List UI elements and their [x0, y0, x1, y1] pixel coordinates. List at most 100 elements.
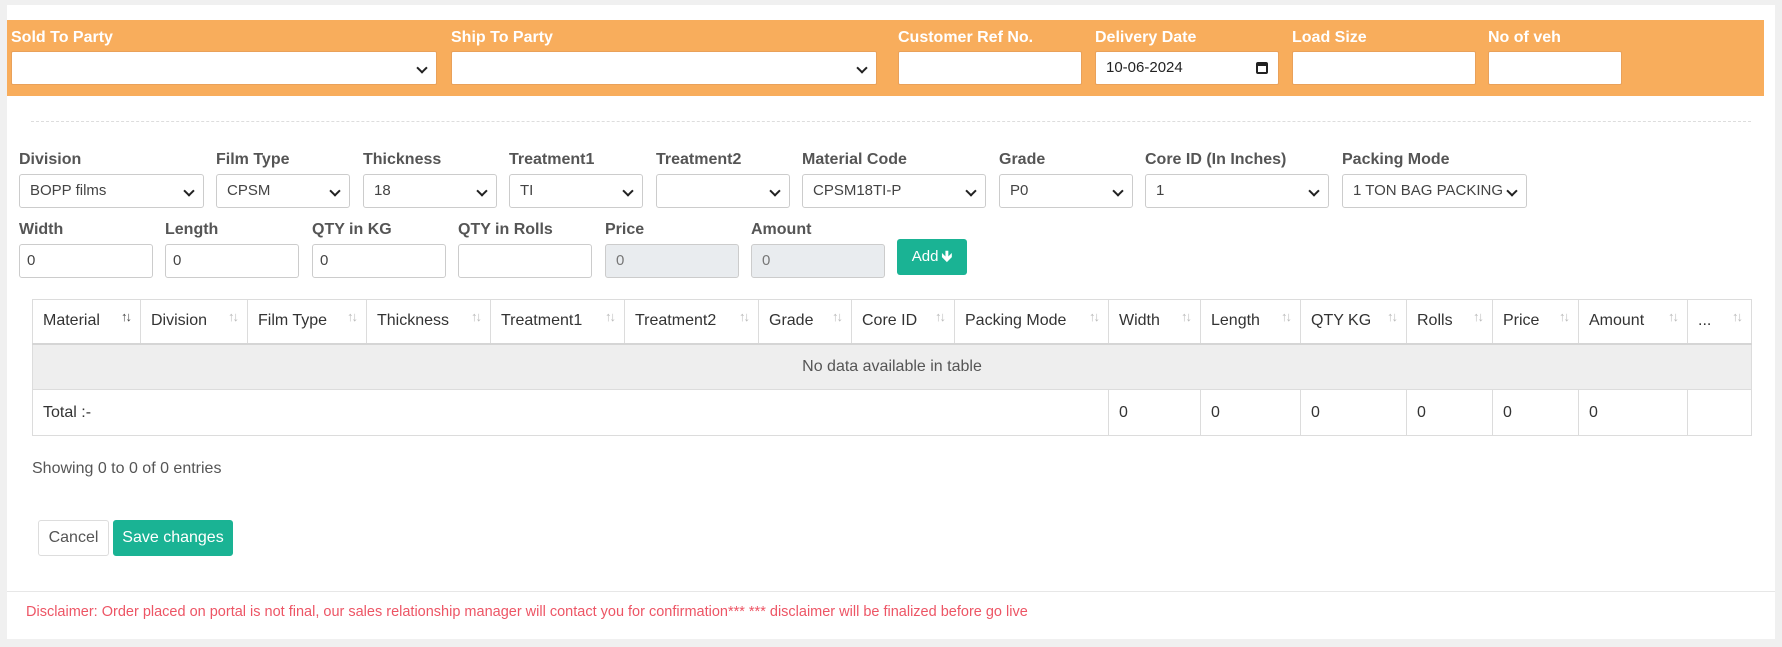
column-header-amount[interactable]: Amount ↑↓ — [1578, 299, 1688, 345]
sort-arrows-icon: ↑↓ — [739, 309, 750, 324]
column-header-width[interactable]: Width ↑↓ — [1108, 299, 1201, 345]
column-header-treatment1[interactable]: Treatment1 ↑↓ — [490, 299, 625, 345]
width-field: Width 0 — [19, 219, 153, 278]
total-empty-cell — [1687, 389, 1752, 436]
column-header-division[interactable]: Division ↑↓ — [140, 299, 248, 345]
load-size-input[interactable] — [1292, 51, 1476, 85]
load-size-label: Load Size — [1292, 29, 1367, 46]
qty-kg-input[interactable]: 0 — [312, 244, 446, 278]
chevron-down-icon — [183, 185, 195, 197]
sold-to-party-label: Sold To Party — [11, 29, 113, 46]
division-select[interactable]: BOPP films — [19, 174, 204, 208]
total-width: 0 — [1108, 389, 1201, 436]
arrow-down-icon: 🡻 — [941, 248, 953, 265]
no-of-veh-field: No of veh — [1488, 28, 1622, 85]
treatment1-select[interactable]: TI — [509, 174, 643, 208]
core-id-label: Core ID (In Inches) — [1145, 151, 1287, 168]
chevron-down-icon — [329, 185, 341, 197]
length-label: Length — [165, 221, 219, 238]
treatment1-field: Treatment1 TI — [509, 149, 643, 208]
packing-mode-select[interactable]: 1 TON BAG PACKING — [1342, 174, 1527, 208]
order-header-band: Sold To Party Ship To Party Customer Ref… — [7, 20, 1764, 96]
core-id-select[interactable]: 1 — [1145, 174, 1329, 208]
material-code-select[interactable]: CPSM18TI-P — [802, 174, 986, 208]
division-label: Division — [19, 151, 82, 168]
no-of-veh-label: No of veh — [1488, 29, 1561, 46]
chevron-down-icon — [1308, 185, 1320, 197]
treatment2-select[interactable] — [656, 174, 790, 208]
ship-to-party-select[interactable] — [451, 51, 877, 85]
treatment2-field: Treatment2 — [656, 149, 790, 208]
load-size-field: Load Size — [1292, 28, 1476, 85]
price-input: 0 — [605, 244, 739, 278]
sold-to-party-select[interactable] — [11, 51, 437, 85]
material-code-field: Material Code CPSM18TI-P — [802, 149, 986, 208]
table-total-row: Total :- 0 0 0 0 0 0 — [32, 389, 1752, 436]
customer-ref-input[interactable] — [898, 51, 1082, 85]
save-changes-button[interactable]: Save changes — [113, 520, 233, 556]
column-header-material[interactable]: Material ↑↓ — [32, 299, 141, 345]
column-header-film-type[interactable]: Film Type ↑↓ — [247, 299, 367, 345]
column-header-more[interactable]: ... ↑↓ — [1687, 299, 1752, 345]
column-header-price[interactable]: Price ↑↓ — [1492, 299, 1579, 345]
sort-arrows-icon: ↑↓ — [1473, 309, 1484, 324]
thickness-select[interactable]: 18 — [363, 174, 497, 208]
length-input[interactable]: 0 — [165, 244, 299, 278]
table-header-row: Material ↑↓ Division ↑↓ Film Type ↑↓ Thickn… — [32, 299, 1752, 345]
total-amount: 0 — [1578, 389, 1688, 436]
disclaimer-text: Disclaimer: Order placed on portal is no… — [26, 604, 1028, 620]
sort-arrows-icon: ↑↓ — [935, 309, 946, 324]
qty-rolls-input[interactable] — [458, 244, 592, 278]
film-type-label: Film Type — [216, 151, 290, 168]
column-header-treatment2[interactable]: Treatment2 ↑↓ — [624, 299, 759, 345]
grade-label: Grade — [999, 151, 1046, 168]
price-field: Price 0 — [605, 219, 739, 278]
delivery-date-field: Delivery Date 10-06-2024 — [1095, 28, 1279, 85]
width-input[interactable]: 0 — [19, 244, 153, 278]
chevron-down-icon — [1112, 185, 1124, 197]
cancel-button[interactable]: Cancel — [38, 520, 109, 556]
core-id-field: Core ID (In Inches) 1 — [1145, 149, 1329, 208]
sort-arrows-icon: ↑↓ — [121, 309, 132, 324]
length-field: Length 0 — [165, 219, 299, 278]
thickness-field: Thickness 18 — [363, 149, 497, 208]
sort-arrows-icon: ↑↓ — [605, 309, 616, 324]
sort-arrows-icon: ↑↓ — [1559, 309, 1570, 324]
sort-arrows-icon: ↑↓ — [1281, 309, 1292, 324]
sort-arrows-icon: ↑↓ — [1181, 309, 1192, 324]
order-lines-table: Material ↑↓ Division ↑↓ Film Type ↑↓ Thickn… — [32, 299, 1752, 436]
column-header-thickness[interactable]: Thickness ↑↓ — [366, 299, 491, 345]
material-code-label: Material Code — [802, 151, 907, 168]
chevron-down-icon — [769, 185, 781, 197]
column-header-grade[interactable]: Grade ↑↓ — [758, 299, 852, 345]
column-header-core-id[interactable]: Core ID ↑↓ — [851, 299, 955, 345]
qty-rolls-field: QTY in Rolls — [458, 219, 592, 278]
column-header-length[interactable]: Length ↑↓ — [1200, 299, 1301, 345]
no-of-veh-input[interactable] — [1488, 51, 1622, 85]
amount-field: Amount 0 — [751, 219, 885, 278]
column-header-packing-mode[interactable]: Packing Mode ↑↓ — [954, 299, 1109, 345]
chevron-down-icon — [1506, 185, 1518, 197]
sort-arrows-icon: ↑↓ — [1387, 309, 1398, 324]
amount-input: 0 — [751, 244, 885, 278]
delivery-date-input[interactable]: 10-06-2024 — [1095, 51, 1279, 85]
division-field: Division BOPP films — [19, 149, 204, 208]
grade-select[interactable]: P0 — [999, 174, 1133, 208]
sort-arrows-icon: ↑↓ — [1732, 309, 1743, 324]
qty-kg-label: QTY in KG — [312, 221, 392, 238]
sort-arrows-icon: ↑↓ — [1089, 309, 1100, 324]
calendar-icon[interactable] — [1256, 62, 1268, 74]
add-button[interactable]: Add 🡻 — [897, 239, 967, 275]
sort-arrows-icon: ↑↓ — [347, 309, 358, 324]
sort-arrows-icon: ↑↓ — [832, 309, 843, 324]
film-type-select[interactable]: CPSM — [216, 174, 350, 208]
packing-mode-label: Packing Mode — [1342, 151, 1450, 168]
footer-divider — [7, 591, 1775, 592]
column-header-rolls[interactable]: Rolls ↑↓ — [1406, 299, 1493, 345]
section-divider — [31, 121, 1751, 122]
column-header-qty-kg[interactable]: QTY KG ↑↓ — [1300, 299, 1407, 345]
customer-ref-label: Customer Ref No. — [898, 29, 1034, 46]
price-label: Price — [605, 221, 645, 238]
customer-ref-field: Customer Ref No. — [898, 28, 1082, 85]
thickness-label: Thickness — [363, 151, 442, 168]
